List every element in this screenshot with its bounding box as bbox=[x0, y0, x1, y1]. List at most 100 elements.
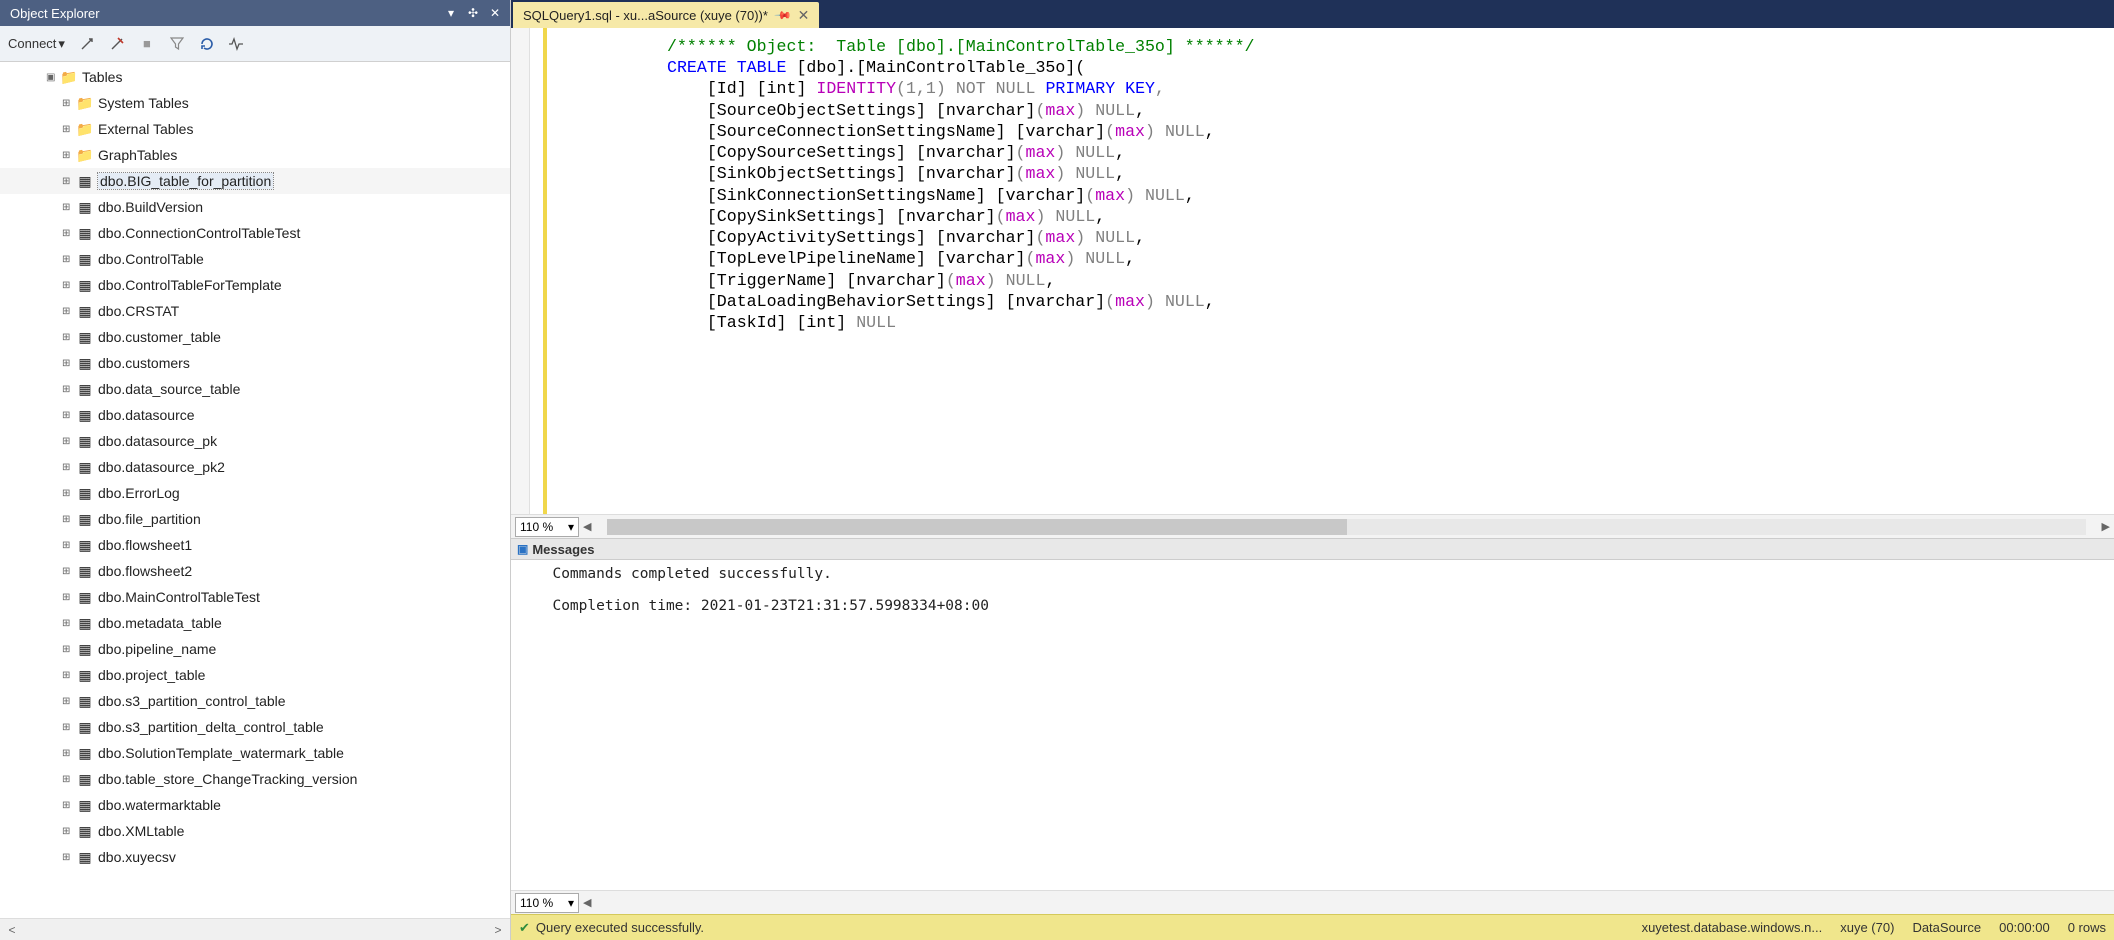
tree-table-label[interactable]: dbo.ControlTable bbox=[98, 251, 204, 267]
expander-icon[interactable]: ⊞ bbox=[62, 358, 74, 369]
table-icon: ▦ bbox=[76, 615, 94, 632]
expander-icon[interactable]: ⊞ bbox=[62, 98, 74, 109]
hscroll-left-icon[interactable]: ◀ bbox=[583, 520, 591, 533]
sql-editor[interactable]: /****** Object: Table [dbo].[MainControl… bbox=[511, 28, 2114, 514]
table-icon: ▦ bbox=[76, 433, 94, 450]
tree-folder-label[interactable]: External Tables bbox=[98, 121, 193, 137]
expander-icon[interactable]: ⊞ bbox=[62, 202, 74, 213]
tree-table-label[interactable]: dbo.s3_partition_control_table bbox=[98, 693, 286, 709]
messages-zoom-combo[interactable]: 110 %▾ bbox=[515, 893, 579, 913]
tree-table-label[interactable]: dbo.XMLtable bbox=[98, 823, 184, 839]
tree-table-label[interactable]: dbo.ErrorLog bbox=[98, 485, 180, 501]
tree-table-label[interactable]: dbo.SolutionTemplate_watermark_table bbox=[98, 745, 344, 761]
tree-table-label[interactable]: dbo.flowsheet1 bbox=[98, 537, 192, 553]
tree-table-label[interactable]: dbo.s3_partition_delta_control_table bbox=[98, 719, 324, 735]
tree-table-label[interactable]: dbo.xuyecsv bbox=[98, 849, 176, 865]
tree-table-label[interactable]: dbo.ConnectionControlTableTest bbox=[98, 225, 300, 241]
expander-icon[interactable]: ⊞ bbox=[62, 228, 74, 239]
table-icon: ▦ bbox=[76, 745, 94, 762]
table-icon: ▦ bbox=[76, 511, 94, 528]
table-icon: ▦ bbox=[76, 667, 94, 684]
tree-table-label[interactable]: dbo.datasource_pk bbox=[98, 433, 217, 449]
tree-table-label[interactable]: dbo.watermarktable bbox=[98, 797, 221, 813]
expander-icon[interactable]: ⊞ bbox=[62, 124, 74, 135]
expander-icon[interactable]: ⊞ bbox=[62, 488, 74, 499]
tree-root-label[interactable]: Tables bbox=[82, 69, 122, 85]
tree-table-label[interactable]: dbo.MainControlTableTest bbox=[98, 589, 260, 605]
tab-pin-icon[interactable]: 📌 bbox=[773, 6, 792, 25]
tree-table-label[interactable]: dbo.project_table bbox=[98, 667, 205, 683]
tree-table-label[interactable]: dbo.customer_table bbox=[98, 329, 221, 345]
expander-icon[interactable]: ⊞ bbox=[62, 540, 74, 551]
table-icon: ▦ bbox=[76, 459, 94, 476]
tree-table-label[interactable]: dbo.CRSTAT bbox=[98, 303, 179, 319]
messages-output[interactable]: Commands completed successfully. Complet… bbox=[511, 560, 2114, 890]
expander-icon[interactable]: ⊞ bbox=[62, 696, 74, 707]
connect-object-icon[interactable] bbox=[75, 32, 99, 56]
tab-close-icon[interactable]: ✕ bbox=[798, 7, 810, 24]
expander-icon[interactable]: ⊞ bbox=[62, 618, 74, 629]
expander-icon[interactable]: ⊞ bbox=[62, 176, 74, 187]
tree-table-label[interactable]: dbo.data_source_table bbox=[98, 381, 240, 397]
object-explorer-hscroll[interactable]: < > bbox=[0, 918, 510, 940]
expander-icon[interactable]: ⊞ bbox=[62, 254, 74, 265]
expander-icon[interactable]: ⊞ bbox=[62, 150, 74, 161]
tree-table-label[interactable]: dbo.datasource_pk2 bbox=[98, 459, 225, 475]
tree-table-label[interactable]: dbo.BuildVersion bbox=[98, 199, 203, 215]
pin-icon[interactable]: ✣ bbox=[462, 2, 484, 24]
activity-icon[interactable] bbox=[225, 32, 249, 56]
expander-icon[interactable]: ⊞ bbox=[62, 774, 74, 785]
scroll-right-icon[interactable]: > bbox=[490, 923, 506, 937]
tree-table-label[interactable]: dbo.metadata_table bbox=[98, 615, 222, 631]
expander-icon[interactable]: ⊞ bbox=[62, 436, 74, 447]
expander-icon[interactable]: ⊞ bbox=[62, 514, 74, 525]
tree-table-label[interactable]: dbo.datasource bbox=[98, 407, 195, 423]
expander-icon[interactable]: ⊞ bbox=[62, 644, 74, 655]
expander-icon[interactable]: ⊞ bbox=[62, 332, 74, 343]
tree-table-label[interactable]: dbo.pipeline_name bbox=[98, 641, 216, 657]
expander-icon[interactable]: ⊞ bbox=[62, 748, 74, 759]
hscroll-right-icon[interactable]: ▶ bbox=[2102, 520, 2110, 533]
tree-folder-label[interactable]: GraphTables bbox=[98, 147, 177, 163]
tree-table-label[interactable]: dbo.ControlTableForTemplate bbox=[98, 277, 282, 293]
expander-icon[interactable]: ⊞ bbox=[62, 462, 74, 473]
expander-icon[interactable]: ⊞ bbox=[62, 852, 74, 863]
expander-icon[interactable]: ⊞ bbox=[62, 826, 74, 837]
tree-table-label[interactable]: dbo.file_partition bbox=[98, 511, 201, 527]
table-icon: ▦ bbox=[76, 537, 94, 554]
expander-icon[interactable]: ⊞ bbox=[62, 670, 74, 681]
tree-folder-label[interactable]: System Tables bbox=[98, 95, 189, 111]
messages-tab[interactable]: ▣ Messages bbox=[511, 538, 2114, 560]
expander-icon[interactable]: ⊞ bbox=[62, 566, 74, 577]
expander-icon[interactable]: ⊞ bbox=[62, 384, 74, 395]
tree-table-label[interactable]: dbo.flowsheet2 bbox=[98, 563, 192, 579]
connect-button[interactable]: Connect▾ bbox=[4, 34, 69, 54]
code-content[interactable]: /****** Object: Table [dbo].[MainControl… bbox=[547, 28, 2114, 514]
document-tab[interactable]: SQLQuery1.sql - xu...aSource (xuye (70))… bbox=[513, 2, 819, 28]
expander-icon[interactable]: ⊞ bbox=[62, 722, 74, 733]
expander-icon[interactable]: ⊞ bbox=[62, 410, 74, 421]
object-explorer-tree[interactable]: ▣📁Tables⊞📁System Tables⊞📁External Tables… bbox=[0, 62, 510, 918]
tree-table-label[interactable]: dbo.table_store_ChangeTracking_version bbox=[98, 771, 357, 787]
stop-icon[interactable]: ■ bbox=[135, 32, 159, 56]
expander-icon[interactable]: ⊞ bbox=[62, 592, 74, 603]
editor-zoom-combo[interactable]: 110 %▾ bbox=[515, 517, 579, 537]
refresh-icon[interactable] bbox=[195, 32, 219, 56]
status-elapsed: 00:00:00 bbox=[1999, 920, 2050, 935]
expander-icon[interactable]: ⊞ bbox=[62, 306, 74, 317]
window-dropdown-icon[interactable]: ▾ bbox=[440, 2, 462, 24]
status-server: xuyetest.database.windows.n... bbox=[1642, 920, 1823, 935]
object-explorer-panel: Object Explorer ▾ ✣ ✕ Connect▾ ■ ▣📁Table… bbox=[0, 0, 511, 940]
expander-icon[interactable]: ⊞ bbox=[62, 800, 74, 811]
expander-icon[interactable]: ⊞ bbox=[62, 280, 74, 291]
msg-hscroll-left-icon[interactable]: ◀ bbox=[583, 896, 591, 909]
table-icon: ▦ bbox=[76, 251, 94, 268]
close-icon[interactable]: ✕ bbox=[484, 2, 506, 24]
disconnect-icon[interactable] bbox=[105, 32, 129, 56]
editor-hscroll[interactable] bbox=[607, 519, 2085, 535]
filter-icon[interactable] bbox=[165, 32, 189, 56]
scroll-left-icon[interactable]: < bbox=[4, 923, 20, 937]
expander-icon[interactable]: ▣ bbox=[46, 72, 58, 83]
tree-table-label[interactable]: dbo.BIG_table_for_partition bbox=[98, 173, 273, 189]
tree-table-label[interactable]: dbo.customers bbox=[98, 355, 190, 371]
